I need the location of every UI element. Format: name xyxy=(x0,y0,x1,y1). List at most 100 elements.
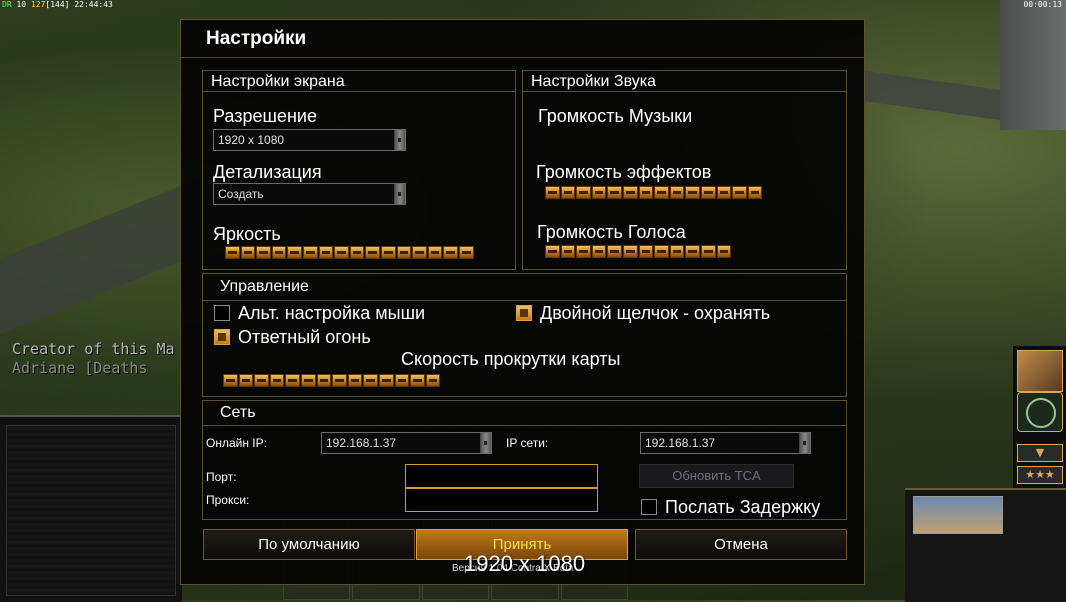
radar-icon[interactable] xyxy=(1017,392,1063,432)
proxy-label: Прокси: xyxy=(206,493,250,507)
slider-segment xyxy=(334,246,349,259)
slider-segment xyxy=(560,186,576,199)
command-panel-screen xyxy=(6,425,176,596)
double-click-guard-label: Двойной щелчок - охранять xyxy=(540,303,771,323)
bottom-right-hud xyxy=(905,488,1066,602)
slider-segment xyxy=(443,246,458,259)
chevron-down-icon[interactable] xyxy=(394,184,405,204)
defaults-button[interactable]: По умолчанию xyxy=(203,529,415,560)
slider-segment xyxy=(425,374,441,387)
slider-segment xyxy=(285,374,300,387)
online-ip-label: Онлайн IP: xyxy=(206,436,267,450)
send-delay-checkbox[interactable] xyxy=(641,499,657,515)
proxy-input[interactable] xyxy=(405,488,598,512)
online-ip-select[interactable]: 192.168.1.37 xyxy=(321,432,492,454)
cancel-button[interactable]: Отмена xyxy=(635,529,847,560)
network-settings-group: Сеть Онлайн IP: 192.168.1.37 IP сети: 19… xyxy=(202,400,847,520)
map-author-text: Adriane [Deaths xyxy=(12,359,148,377)
update-tca-button[interactable]: Обновить TCA xyxy=(639,464,794,488)
rank-stars-button[interactable]: ★★★ xyxy=(1017,466,1063,484)
slider-segment xyxy=(700,186,716,199)
slider-segment xyxy=(607,186,622,199)
screen-settings-header: Настройки экрана xyxy=(203,71,515,92)
control-settings-heading: Управление xyxy=(220,278,309,295)
chevron-down-icon[interactable] xyxy=(799,433,810,453)
slider-segment xyxy=(427,246,443,259)
sound-settings-heading: Настройки Звука xyxy=(531,73,656,90)
game-timer: 00:00:13 xyxy=(1023,0,1062,9)
slider-segment xyxy=(622,245,638,258)
network-settings-header: Сеть xyxy=(203,401,846,426)
double-click-guard-checkbox[interactable] xyxy=(516,305,532,321)
control-settings-group: Управление Альт. настройка мыши Двойной … xyxy=(202,273,847,397)
slider-segment xyxy=(576,245,591,258)
network-settings-heading: Сеть xyxy=(220,404,256,421)
slider-segment xyxy=(287,246,302,259)
online-ip-value: 192.168.1.37 xyxy=(326,436,397,450)
slider-segment xyxy=(300,374,316,387)
slider-segment xyxy=(302,246,318,259)
lan-ip-select[interactable]: 192.168.1.37 xyxy=(640,432,811,454)
slider-segment xyxy=(591,245,607,258)
slider-segment xyxy=(638,245,654,258)
lan-ip-value: 192.168.1.37 xyxy=(645,436,716,450)
screen-settings-group: Настройки экрана Разрешение 1920 x 1080 … xyxy=(202,70,516,270)
title-divider xyxy=(181,57,864,58)
port-label: Порт: xyxy=(206,470,237,484)
return-fire-checkbox[interactable] xyxy=(214,329,230,345)
port-input[interactable] xyxy=(405,464,598,488)
music-volume-label: Громкость Музыки xyxy=(538,106,693,126)
detail-select[interactable]: Создать xyxy=(213,183,406,205)
slider-segment xyxy=(685,186,700,199)
resolution-value: 1920 x 1080 xyxy=(218,133,285,147)
options-dialog: Настройки Настройки экрана Разрешение 19… xyxy=(180,19,865,585)
slider-segment xyxy=(576,186,591,199)
slider-segment xyxy=(669,245,685,258)
detail-label: Детализация xyxy=(213,162,322,182)
chevron-down-icon[interactable] xyxy=(480,433,491,453)
slider-segment xyxy=(316,374,332,387)
map-creator-text: Creator of this Ma xyxy=(12,340,175,358)
send-delay-label: Послать Задержку xyxy=(665,497,821,517)
slider-segment xyxy=(685,245,700,258)
slider-segment xyxy=(669,186,685,199)
brightness-slider[interactable] xyxy=(225,246,474,259)
slider-segment xyxy=(545,245,560,258)
slider-segment xyxy=(732,186,747,199)
lan-ip-label: IP сети: xyxy=(506,436,549,450)
slider-segment xyxy=(716,245,732,258)
scroll-speed-slider[interactable] xyxy=(223,374,441,387)
screen-settings-heading: Настройки экрана xyxy=(211,73,345,90)
slider-segment xyxy=(225,246,240,259)
return-fire-label: Ответный огонь xyxy=(238,327,371,347)
slider-segment xyxy=(560,245,576,258)
resolution-select[interactable]: 1920 x 1080 xyxy=(213,129,406,151)
alt-mouse-checkbox[interactable] xyxy=(214,305,230,321)
background-building xyxy=(1000,0,1066,130)
slider-segment xyxy=(256,246,271,259)
hud-arrow-button[interactable]: ▼ xyxy=(1017,444,1063,462)
command-panel-left xyxy=(0,415,182,602)
general-portrait[interactable] xyxy=(1017,350,1063,392)
unit-camera-view xyxy=(913,496,1003,534)
slider-segment xyxy=(347,374,363,387)
slider-segment xyxy=(716,186,732,199)
slider-segment xyxy=(654,186,669,199)
slider-segment xyxy=(238,374,254,387)
alt-mouse-label: Альт. настройка мыши xyxy=(238,303,426,323)
slider-segment xyxy=(654,245,669,258)
slider-segment xyxy=(378,374,394,387)
effects-volume-label: Громкость эффектов xyxy=(536,162,712,182)
voice-volume-slider[interactable] xyxy=(545,245,732,258)
chevron-down-icon[interactable] xyxy=(394,130,405,150)
slider-segment xyxy=(365,246,380,259)
control-settings-header: Управление xyxy=(203,274,846,301)
scroll-speed-label: Скорость прокрутки карты xyxy=(401,349,621,369)
detail-value: Создать xyxy=(218,187,264,201)
sound-settings-header: Настройки Звука xyxy=(523,71,846,92)
effects-volume-slider[interactable] xyxy=(545,186,763,199)
slider-segment xyxy=(332,374,347,387)
slider-segment xyxy=(700,245,716,258)
slider-segment xyxy=(410,374,425,387)
slider-segment xyxy=(254,374,269,387)
